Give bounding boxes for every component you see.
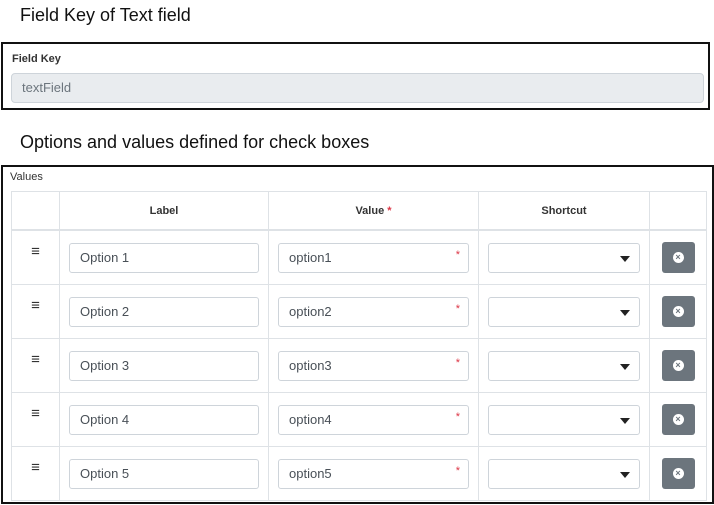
option-value-input[interactable]: option3 * [278,350,469,381]
remove-row-button[interactable]: × [661,296,695,327]
drag-handle-cell[interactable]: ≡ [11,284,60,339]
values-panel: Values Label Value * Shortcut ≡ Option 1 o… [1,165,714,504]
drag-handle-cell[interactable]: ≡ [11,338,60,393]
label-cell: Option 3 [59,338,269,393]
drag-handle-icon[interactable]: ≡ [31,297,40,314]
options-caption: Options and values defined for check box… [20,132,370,152]
drag-handle-cell[interactable]: ≡ [11,392,60,447]
option-value-input[interactable]: option2 * [278,296,469,327]
remove-circle-icon: × [672,414,684,425]
remove-cell: × [649,392,707,447]
option-value-text: option1 [289,249,332,265]
table-row: ≡ Option 1 option1 * × [11,229,707,285]
required-asterisk-icon: * [455,302,460,315]
required-asterisk-icon: * [455,464,460,477]
value-cell: option2 * [268,284,479,339]
value-column-header: Value * [268,191,479,231]
field-key-caption: Field Key of Text field [20,5,191,25]
shortcut-select[interactable] [488,458,640,489]
chevron-down-icon [620,255,630,262]
shortcut-cell [478,229,650,285]
label-cell: Option 1 [59,229,269,285]
required-asterisk-icon: * [455,248,460,261]
remove-row-button[interactable]: × [661,404,695,435]
field-key-label: Field Key [12,53,61,65]
label-cell: Option 2 [59,284,269,339]
chevron-down-icon [620,471,630,478]
option-value-text: option3 [289,357,332,373]
shortcut-select[interactable] [488,350,640,381]
option-label-input[interactable]: Option 1 [69,242,259,273]
option-value-text: option5 [289,465,332,481]
remove-circle-icon: × [672,468,684,479]
shortcut-cell [478,284,650,339]
remove-cell: × [649,229,707,285]
field-key-panel: Field Key textField [1,42,710,110]
shortcut-cell [478,446,650,501]
table-row: ≡ Option 3 option3 * × [11,338,707,393]
value-cell: option4 * [268,392,479,447]
value-cell: option1 * [268,229,479,285]
values-table: Label Value * Shortcut ≡ Option 1 option1 *… [11,191,707,501]
table-row: ≡ Option 4 option4 * × [11,392,707,447]
remove-circle-icon: × [672,360,684,371]
option-label-input[interactable]: Option 4 [69,404,259,435]
option-value-text: option4 [289,411,332,427]
option-value-input[interactable]: option1 * [278,242,469,273]
label-cell: Option 5 [59,446,269,501]
drag-handle-icon[interactable]: ≡ [31,351,40,368]
values-section-label: Values [10,171,43,183]
drag-handle-icon[interactable]: ≡ [31,243,40,260]
table-row: ≡ Option 5 option5 * × [11,446,707,501]
shortcut-select[interactable] [488,242,640,273]
value-header-text: Value [355,204,385,217]
remove-circle-icon: × [672,252,684,263]
shortcut-select[interactable] [488,404,640,435]
option-label-input[interactable]: Option 5 [69,458,259,489]
shortcut-cell [478,392,650,447]
option-value-input[interactable]: option4 * [278,404,469,435]
drag-handle-cell[interactable]: ≡ [11,446,60,501]
value-cell: option5 * [268,446,479,501]
required-asterisk-icon: * [455,356,460,369]
option-value-text: option2 [289,303,332,319]
label-column-header: Label [59,191,269,231]
value-cell: option3 * [268,338,479,393]
option-value-input[interactable]: option5 * [278,458,469,489]
field-key-input[interactable]: textField [11,73,704,103]
remove-row-button[interactable]: × [661,242,695,273]
drag-column-header [11,191,60,231]
drag-handle-icon[interactable]: ≡ [31,405,40,422]
shortcut-cell [478,338,650,393]
chevron-down-icon [620,309,630,316]
required-asterisk: * [387,204,392,217]
option-label-input[interactable]: Option 2 [69,296,259,327]
drag-handle-icon[interactable]: ≡ [31,459,40,476]
chevron-down-icon [620,363,630,370]
remove-cell: × [649,284,707,339]
remove-row-button[interactable]: × [661,350,695,381]
table-header-row: Label Value * Shortcut [11,191,707,231]
shortcut-column-header: Shortcut [478,191,650,231]
required-asterisk-icon: * [455,410,460,423]
shortcut-select[interactable] [488,296,640,327]
remove-circle-icon: × [672,306,684,317]
actions-column-header [649,191,707,231]
option-label-input[interactable]: Option 3 [69,350,259,381]
drag-handle-cell[interactable]: ≡ [11,229,60,285]
remove-cell: × [649,446,707,501]
label-cell: Option 4 [59,392,269,447]
table-row: ≡ Option 2 option2 * × [11,284,707,339]
chevron-down-icon [620,417,630,424]
remove-cell: × [649,338,707,393]
remove-row-button[interactable]: × [661,458,695,489]
